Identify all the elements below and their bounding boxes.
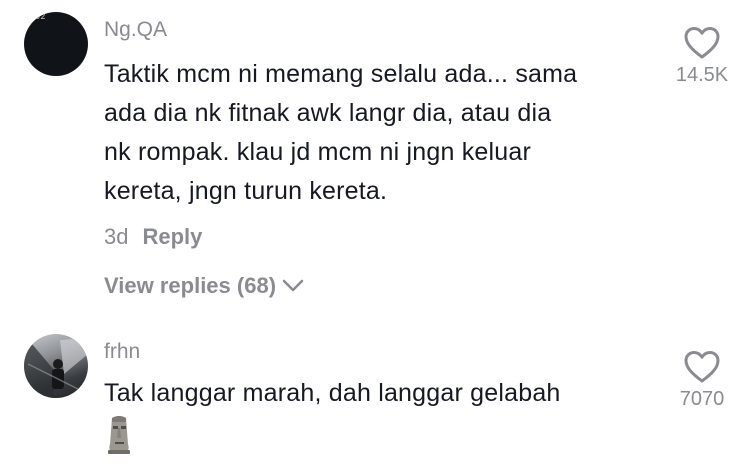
moai-icon [104,414,134,459]
avatar-photo-person [24,338,88,398]
avatar[interactable] [24,334,88,398]
like-count: 14.5K [675,64,729,86]
like-count: 7070 [679,388,725,410]
like-button[interactable]: 14.5K [662,26,742,87]
comment-text: Tak langgar marah, dah langgar gelabah [104,379,561,407]
comment-time: 3d [104,224,129,249]
comment-meta: 3d Reply [104,224,202,250]
comment-username[interactable]: frhn [104,340,140,364]
avatar-corner-text: 0:02 [24,12,46,22]
heart-icon [684,27,720,59]
comment-username[interactable]: Ng.QA [104,18,167,42]
chevron-down-icon [282,279,304,292]
comment-text: Taktik mcm ni memang selalu ada... sama … [104,60,578,205]
avatar[interactable]: 0:02 [24,12,88,76]
like-button[interactable]: 7070 [662,350,742,411]
reply-button[interactable]: Reply [142,224,202,249]
view-replies-label: View replies (68) [104,273,277,298]
heart-icon [684,351,720,383]
view-replies-button[interactable]: View replies (68) [104,273,304,299]
